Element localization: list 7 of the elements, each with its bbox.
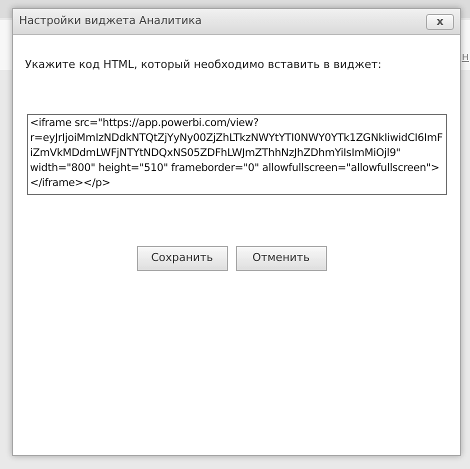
dialog-title: Настройки виджета Аналитика [19,13,202,30]
background-link[interactable]: н [462,48,469,66]
dialog-button[interactable]: Сохранить [136,246,228,270]
prompt-text: Укажите код HTML, который необходимо вставить в виджет: [25,57,382,73]
dialog-button[interactable]: Отменить [236,246,326,270]
code-input-field[interactable]: <iframe src="https://app.powerbi.com/view?r=eyJrIjoiMmIzNDdkNTQtZjYyNy00ZjZhLTkzNWYtYTI0NWY0YTk1ZGNkIiwidCI6ImFiZmVkMDdmLWFjNTYtNDQxNS05ZDFhLWJmZThhNzJhZDhmYiIsImMiOjl9" width="800" height="510" frameborder="0" allowfullscreen="allowfullscreen"></iframe></p> [27,114,447,194]
close-button[interactable]: x [426,14,454,30]
